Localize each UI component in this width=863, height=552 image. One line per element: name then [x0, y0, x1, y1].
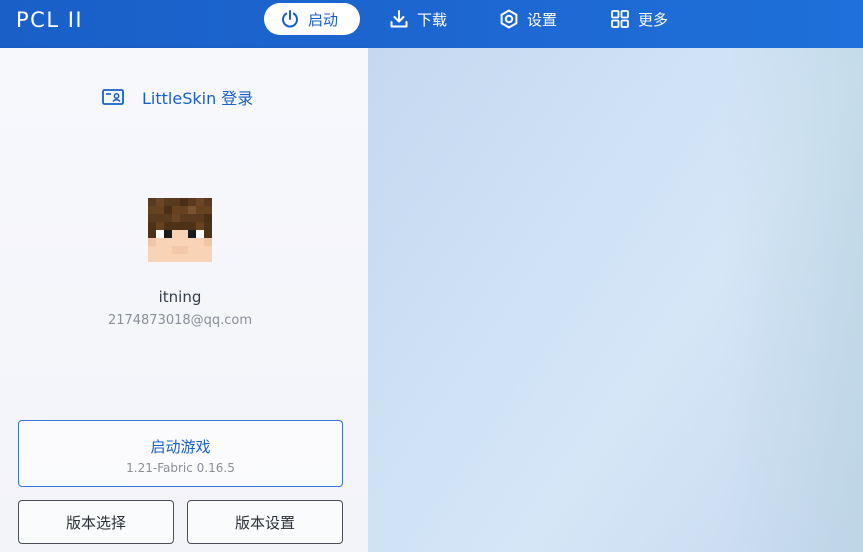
tab-settings[interactable]: 设置	[483, 3, 583, 35]
email: 2174873018@qq.com	[107, 313, 253, 328]
login-label: LittleSkin 登录	[142, 89, 254, 108]
launch-game-label: 启动游戏	[150, 438, 211, 456]
launch-version-label: 1.21-Fabric 0.16.5	[126, 461, 235, 475]
tab-download-label: 下载	[417, 10, 448, 29]
background-area	[368, 48, 863, 552]
tab-settings-label: 设置	[527, 10, 558, 29]
gear-icon	[500, 9, 518, 29]
avatar	[145, 198, 215, 262]
tab-launch[interactable]: 启动	[264, 3, 360, 35]
app-title: PCL II	[16, 8, 84, 32]
title-bar: PCL II 启动 下载 设置 更多	[0, 0, 863, 48]
version-settings-button[interactable]: 版本设置	[187, 500, 343, 544]
username: itning	[158, 288, 202, 306]
launch-game-button[interactable]: 启动游戏 1.21-Fabric 0.16.5	[18, 420, 343, 487]
littleskin-login-link[interactable]: LittleSkin 登录	[102, 86, 253, 108]
account-panel: LittleSkin 登录 itning 2174873018@qq.com 启…	[0, 48, 368, 552]
tab-download[interactable]: 下载	[373, 3, 473, 35]
grid-icon	[611, 10, 629, 28]
id-card-icon	[102, 89, 124, 105]
version-select-button[interactable]: 版本选择	[18, 500, 174, 544]
tab-launch-label: 启动	[308, 10, 339, 29]
tab-more[interactable]: 更多	[594, 3, 694, 35]
tab-more-label: 更多	[638, 10, 669, 29]
download-icon	[390, 10, 408, 28]
power-icon	[282, 10, 298, 28]
